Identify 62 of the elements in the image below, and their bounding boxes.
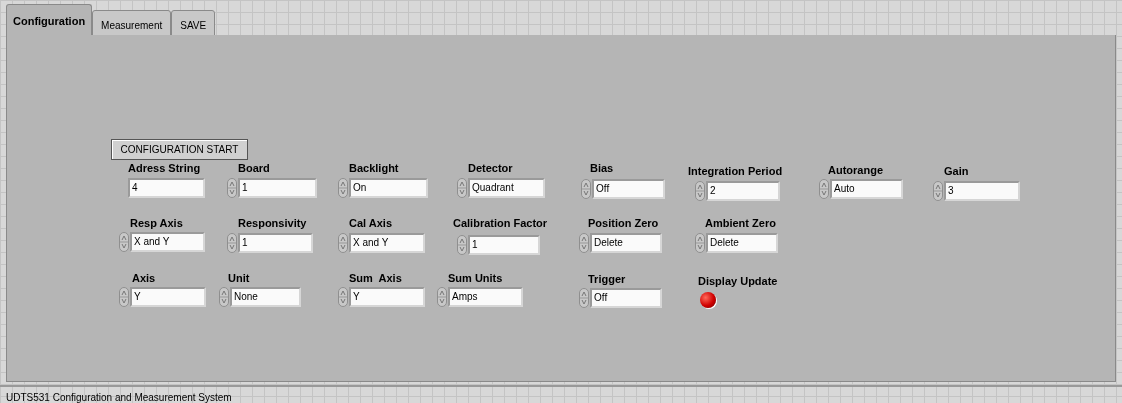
ring-field[interactable]: Auto (830, 179, 903, 199)
ring-field[interactable]: Quadrant (468, 178, 545, 198)
tab[interactable]: SAVE (171, 10, 216, 36)
spinner-icon[interactable] (819, 179, 829, 199)
control-label: Resp Axis (130, 216, 183, 231)
spinner-icon[interactable] (581, 179, 591, 199)
ring-field[interactable]: None (230, 287, 301, 307)
control-label: Display Update (698, 274, 778, 289)
input-field[interactable]: 4 (128, 178, 205, 198)
spinner-icon[interactable] (338, 178, 348, 198)
spinner-icon[interactable] (695, 233, 705, 253)
ring-field[interactable]: X and Y (130, 232, 205, 252)
spinner-icon[interactable] (579, 233, 589, 253)
control-label: Sum Units (448, 271, 503, 286)
control-label: Cal Axis (349, 216, 392, 231)
ring-field[interactable]: 2 (706, 181, 780, 201)
spinner-icon[interactable] (119, 287, 129, 307)
spinner-icon[interactable] (457, 235, 467, 255)
control-label: Ambient Zero (705, 216, 776, 231)
control-label: Position Zero (588, 216, 659, 231)
ring-field[interactable]: X and Y (349, 233, 425, 253)
control-label: Detector (468, 161, 513, 176)
spinner-icon[interactable] (338, 233, 348, 253)
control-label: Unit (228, 271, 250, 286)
status-text: UDTS531 Configuration and Measurement System (6, 391, 232, 403)
ring-field[interactable]: Amps (448, 287, 523, 307)
ring-field[interactable]: Off (592, 179, 665, 199)
control-label: Axis (132, 271, 156, 286)
ring-field[interactable]: Y (130, 287, 206, 307)
spinner-icon[interactable] (119, 232, 129, 252)
control-label: Board (238, 161, 270, 176)
ring-field[interactable]: Y (349, 287, 425, 307)
control-label: Responsivity (238, 216, 307, 231)
spinner-icon[interactable] (338, 287, 348, 307)
control-label: Backlight (349, 161, 399, 176)
ring-field[interactable]: Off (590, 288, 662, 308)
ring-field[interactable]: Delete (706, 233, 778, 253)
ring-field[interactable]: 3 (944, 181, 1020, 201)
ring-field[interactable]: Delete (590, 233, 662, 253)
spinner-icon[interactable] (457, 178, 467, 198)
spinner-icon[interactable] (695, 181, 705, 201)
ring-field[interactable]: 1 (238, 233, 313, 253)
spinner-icon[interactable] (227, 233, 237, 253)
ring-field[interactable]: 1 (238, 178, 317, 198)
control-label: Adress String (128, 161, 201, 176)
ring-field[interactable]: On (349, 178, 428, 198)
spinner-icon[interactable] (219, 287, 229, 307)
control-label: Sum Axis (349, 271, 402, 286)
spinner-icon[interactable] (933, 181, 943, 201)
ring-field[interactable]: 1 (468, 235, 540, 255)
tab[interactable]: Measurement (92, 10, 172, 36)
spinner-icon[interactable] (437, 287, 447, 307)
tab[interactable]: Configuration (6, 4, 93, 36)
control-label: Autorange (828, 163, 883, 178)
control-label: Integration Period (688, 164, 783, 179)
configuration-start-button[interactable]: CONFIGURATION START (111, 139, 248, 160)
spinner-icon[interactable] (227, 178, 237, 198)
spinner-icon[interactable] (579, 288, 589, 308)
control-label: Bias (590, 161, 614, 176)
control-label: Calibration Factor (453, 216, 548, 231)
control-label: Trigger (588, 272, 626, 287)
control-label: Gain (944, 164, 969, 179)
